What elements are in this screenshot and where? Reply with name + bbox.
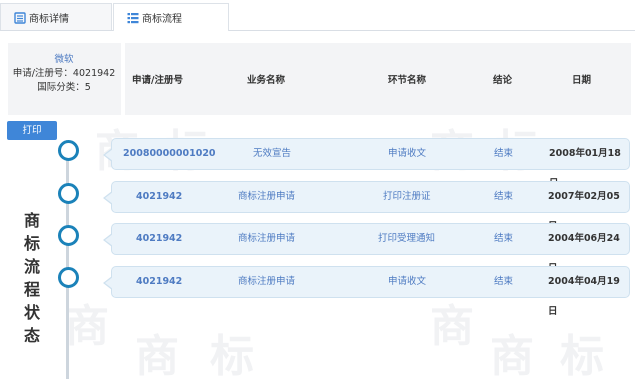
- watermark-text: 标: [560, 331, 604, 382]
- row-date: 2004年06月24日: [548, 233, 620, 274]
- row-business: 商标注册申请: [238, 276, 296, 287]
- column-header-number: 申请/注册号: [132, 75, 183, 86]
- row-number[interactable]: 4021942: [136, 182, 182, 212]
- table-row: 4021942 商标注册申请 申请收文 结束 2004年04月19日: [103, 266, 630, 317]
- row-result: 结束: [494, 191, 514, 202]
- timeline-dot: [58, 140, 79, 161]
- row-number[interactable]: 4021942: [136, 224, 182, 254]
- owner-name[interactable]: 微软: [8, 53, 120, 67]
- row-step: 申请收文: [388, 276, 427, 287]
- tab-label: 商标流程: [142, 14, 182, 25]
- watermark-text: 商: [65, 301, 109, 352]
- registration-number: 申请/注册号：4021942: [12, 68, 116, 79]
- row-step: 打印注册证: [383, 191, 431, 202]
- tab-bar: 商标详情 商标流程: [0, 0, 635, 31]
- column-header-business: 业务名称: [247, 75, 286, 86]
- tab-trademark-process[interactable]: 商标流程: [113, 3, 229, 31]
- table-row: 4021942 商标注册申请 打印受理通知 结束 2004年06月24日: [103, 223, 630, 274]
- list-icon: [127, 13, 139, 24]
- timeline-line: [66, 140, 69, 379]
- row-date: 2007年02月05日: [548, 191, 620, 232]
- timeline-dot: [58, 267, 79, 288]
- row-business: 商标注册申请: [238, 233, 296, 244]
- print-button[interactable]: 打印: [7, 121, 57, 140]
- watermark-text: 标: [210, 331, 254, 382]
- column-header-date: 日期: [572, 75, 592, 86]
- row-number[interactable]: 20080000001020: [123, 139, 216, 169]
- process-status-title: 商 标 流 程 状 态: [23, 211, 40, 345]
- row-step: 打印受理通知: [378, 233, 436, 244]
- trademark-info: 微软 申请/注册号：4021942 国际分类：5: [8, 43, 120, 115]
- watermark-text: 商: [135, 331, 179, 382]
- international-class: 国际分类：5: [37, 82, 91, 93]
- watermark-text: 商: [490, 331, 534, 382]
- watermark-text: 商: [430, 301, 474, 352]
- row-date: 2004年04月19日: [548, 276, 620, 317]
- row-step: 申请收文: [388, 148, 427, 159]
- row-number[interactable]: 4021942: [136, 267, 182, 297]
- table-row: 20080000001020 无效宣告 申请收文 结束 2008年01月18日: [103, 138, 630, 189]
- row-business: 商标注册申请: [238, 191, 296, 202]
- timeline-dot: [58, 225, 79, 246]
- row-result: 结束: [494, 148, 514, 159]
- tab-label: 商标详情: [29, 13, 69, 25]
- column-header-step: 环节名称: [388, 75, 427, 86]
- table-row: 4021942 商标注册申请 打印注册证 结束 2007年02月05日: [103, 181, 630, 232]
- row-date: 2008年01月18日: [549, 148, 621, 189]
- column-header-result: 结论: [493, 75, 513, 86]
- document-icon: [14, 12, 26, 24]
- row-result: 结束: [494, 233, 514, 244]
- tab-trademark-details[interactable]: 商标详情: [0, 3, 112, 30]
- timeline-dot: [58, 183, 79, 204]
- row-business: 无效宣告: [253, 148, 292, 159]
- header-divider: [121, 43, 125, 115]
- row-result: 结束: [494, 276, 514, 287]
